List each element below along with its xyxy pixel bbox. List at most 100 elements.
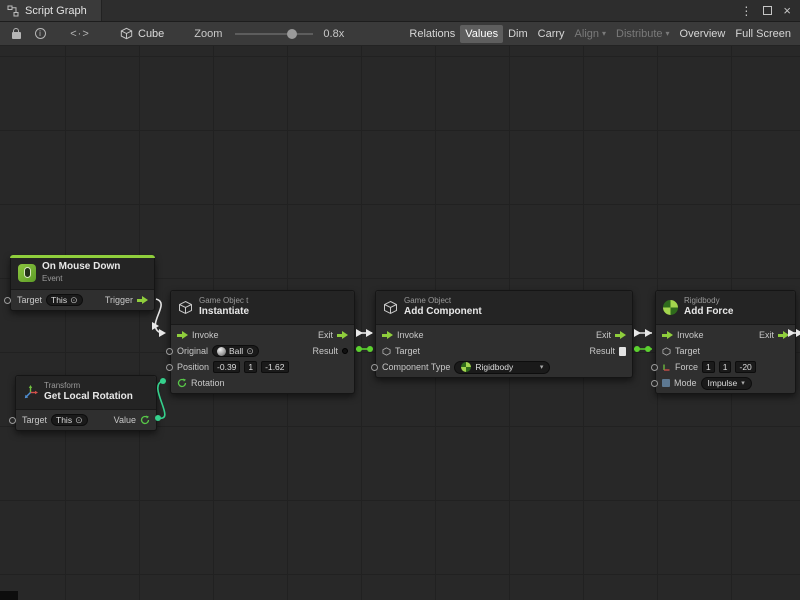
- mode-label: Mode: [674, 378, 697, 388]
- row-original-result: Original Ball ⊙ Result: [171, 343, 354, 359]
- result-output-port[interactable]: [342, 348, 348, 354]
- full-screen-button[interactable]: Full Screen: [730, 25, 796, 43]
- menu-icon[interactable]: ⋮: [740, 4, 752, 18]
- exit-output-port[interactable]: [337, 331, 348, 340]
- invoke-label: Invoke: [192, 330, 219, 340]
- graph-icon: [7, 5, 19, 17]
- object-picker-icon: ⊙: [70, 296, 78, 305]
- distribute-button[interactable]: Distribute ▾: [611, 25, 674, 43]
- node-subtitle: Instantiate: [199, 306, 249, 319]
- component-type-input-port[interactable]: [371, 364, 378, 371]
- node-instantiate[interactable]: Game Objec t Instantiate Invoke Exit Ori…: [170, 290, 355, 394]
- invoke-label: Invoke: [397, 330, 424, 340]
- original-object-chip[interactable]: Ball ⊙: [212, 345, 259, 357]
- node-header: Game Objec t Instantiate: [171, 291, 354, 325]
- button-label: Values: [465, 28, 498, 40]
- row-invoke-exit: Invoke Exit: [171, 327, 354, 343]
- original-input-port[interactable]: [166, 348, 173, 355]
- button-label: Full Screen: [735, 28, 791, 40]
- force-input-port[interactable]: [651, 364, 658, 371]
- game-object-icon: [178, 300, 193, 315]
- relations-button[interactable]: Relations: [404, 25, 460, 43]
- info-glyph: i: [35, 28, 46, 39]
- force-z-input[interactable]: -20: [735, 361, 755, 373]
- zoom-slider-track[interactable]: [235, 33, 313, 35]
- node-rows: Target This ⊙ Trigger: [11, 290, 154, 310]
- maximize-icon[interactable]: [763, 6, 772, 15]
- invoke-label: Invoke: [677, 330, 704, 340]
- chevron-down-icon: ▾: [741, 379, 745, 387]
- dim-button[interactable]: Dim: [503, 25, 533, 43]
- exit-output-port[interactable]: [778, 331, 789, 340]
- button-label: Align: [575, 28, 599, 40]
- invoke-input-port[interactable]: [662, 331, 673, 340]
- zoom-slider-knob[interactable]: [287, 29, 297, 39]
- row-position: Position -0.39 1 -1.62: [171, 359, 354, 375]
- invoke-input-port[interactable]: [177, 331, 188, 340]
- target-label: Target: [17, 295, 42, 305]
- button-label: Relations: [409, 28, 455, 40]
- invoke-input-port[interactable]: [382, 331, 393, 340]
- cube-icon: [120, 27, 133, 40]
- row-force: Force 1 1 -20: [656, 359, 795, 375]
- mode-dropdown[interactable]: Impulse ▾: [701, 377, 752, 390]
- button-label: Distribute: [616, 28, 662, 40]
- position-y-input[interactable]: 1: [244, 361, 257, 373]
- chevron-down-icon: ▾: [540, 363, 544, 371]
- position-z-input[interactable]: -1.62: [261, 361, 288, 373]
- node-title: On Mouse Down: [42, 261, 120, 274]
- chevron-down-icon: ▾: [666, 30, 670, 38]
- target-label: Target: [395, 346, 420, 356]
- graph-owner[interactable]: Cube: [120, 27, 164, 40]
- node-add-component[interactable]: Game Object Add Component Invoke Exit Ta…: [375, 290, 633, 378]
- carry-button[interactable]: Carry: [533, 25, 570, 43]
- ball-icon: [217, 347, 226, 356]
- tab-title: Script Graph: [25, 5, 87, 17]
- align-button[interactable]: Align▾: [570, 25, 611, 43]
- target-label: Target: [675, 346, 700, 356]
- trigger-output-port[interactable]: [137, 296, 148, 305]
- node-get-local-rotation[interactable]: Transform Get Local Rotation Target This…: [15, 375, 157, 431]
- rigidbody-icon: [663, 300, 678, 315]
- graph-canvas[interactable]: On Mouse Down Event Target This ⊙ Trigge…: [0, 46, 800, 600]
- node-rows: Invoke Exit Target: [656, 325, 795, 393]
- code-icon[interactable]: <·>: [68, 22, 92, 45]
- target-input-port[interactable]: [4, 297, 11, 304]
- rotation-icon[interactable]: [140, 415, 150, 425]
- position-input-port[interactable]: [166, 364, 173, 371]
- target-input-port[interactable]: [9, 417, 16, 424]
- vector3-icon: [662, 363, 671, 372]
- target-value: This: [51, 295, 67, 305]
- position-x-input[interactable]: -0.39: [213, 361, 240, 373]
- exit-label: Exit: [596, 330, 611, 340]
- rigidbody-icon: [461, 362, 471, 372]
- component-type-value: Rigidbody: [475, 362, 513, 372]
- rotation-input-port[interactable]: [177, 378, 187, 388]
- overview-button[interactable]: Overview: [675, 25, 731, 43]
- node-titles: On Mouse Down Event: [42, 261, 120, 284]
- node-titles: Game Object Add Component: [404, 296, 482, 319]
- force-y-input[interactable]: 1: [719, 361, 732, 373]
- node-rows: Target This ⊙ Value: [16, 410, 156, 430]
- node-titles: Rigidbody Add Force: [684, 296, 733, 319]
- tab-script-graph[interactable]: Script Graph: [0, 0, 102, 21]
- node-title: Transform: [44, 381, 133, 391]
- component-type-dropdown[interactable]: Rigidbody ▾: [454, 361, 550, 374]
- result-output-port[interactable]: [619, 347, 626, 356]
- exit-label: Exit: [759, 330, 774, 340]
- values-button[interactable]: Values: [460, 25, 503, 43]
- target-this-chip[interactable]: This ⊙: [51, 414, 88, 426]
- info-icon[interactable]: i: [28, 22, 52, 45]
- node-subtitle: Add Force: [684, 306, 733, 319]
- target-this-chip[interactable]: This ⊙: [46, 294, 83, 306]
- exit-output-port[interactable]: [615, 331, 626, 340]
- canvas-corner-nub: [0, 591, 18, 600]
- close-icon[interactable]: ×: [783, 3, 791, 18]
- lock-icon[interactable]: [4, 22, 28, 45]
- mouse-glyph: [24, 267, 31, 278]
- node-add-force[interactable]: Rigidbody Add Force Invoke Exit Target: [655, 290, 796, 394]
- mode-input-port[interactable]: [651, 380, 658, 387]
- node-on-mouse-down[interactable]: On Mouse Down Event Target This ⊙ Trigge…: [10, 255, 155, 311]
- result-label: Result: [312, 346, 338, 356]
- force-x-input[interactable]: 1: [702, 361, 715, 373]
